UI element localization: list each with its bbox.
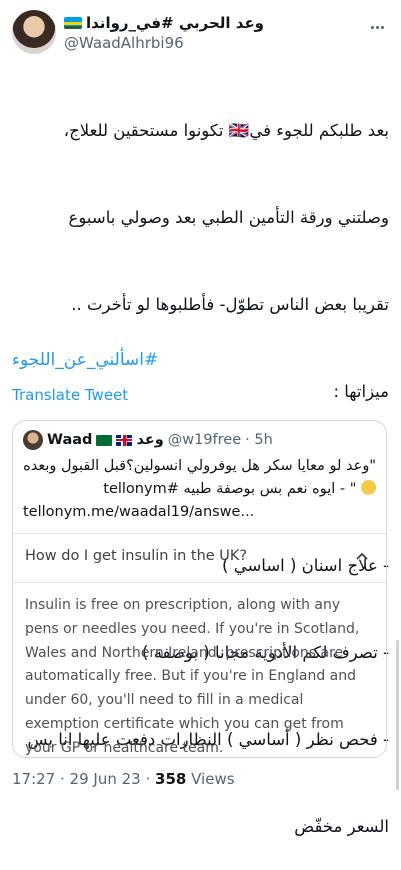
tweet-meta: 17:27 · 29 Jun 23 · 358 Views: [12, 770, 235, 788]
hashtag-text[interactable]: #اسألني_عن_اللجوء: [12, 350, 158, 370]
rwanda-flag-icon: [64, 17, 82, 29]
hashtag-link[interactable]: #اسألني_عن_اللجوء: [12, 350, 389, 370]
quoted-time: · 5h: [245, 432, 273, 448]
faq-question[interactable]: How do I get insulin in the UK?: [25, 548, 247, 564]
quoted-text: "وعد لو معايا سكر هل يوفرولي انسولين؟قبل…: [23, 455, 376, 524]
tweet-line: وصلتني ورقة التأمين الطبي بعد وصولي باسب…: [68, 208, 389, 227]
quoted-tweet-card[interactable]: Waad وعد @w19free · 5h "وعد لو معايا سكر…: [12, 420, 387, 758]
quoted-line: "وعد لو معايا سكر هل يوفرولي انسولين؟قبل…: [23, 458, 376, 474]
tweet-header: وعد الحربي #في_رواندا @WaadAlhrbi96: [12, 10, 392, 58]
quoted-link[interactable]: tellonym.me/waadal19/answe...: [23, 501, 376, 524]
tweet-line: بعد طلبكم للجوء في🇬🇧 تكونوا مستحقين للعل…: [63, 121, 389, 140]
uk-flag-icon: [116, 434, 133, 446]
tweet-line: السعر مخفّض: [294, 817, 389, 836]
quoted-line-text: " - ايوه نعم بس بوصفة طبيه #tellonym: [103, 481, 357, 497]
views-count: 358: [155, 770, 187, 788]
author-handle[interactable]: @WaadAlhrbi96: [64, 34, 184, 52]
quoted-header: Waad وعد @w19free · 5h: [23, 429, 273, 451]
quoted-name-arabic: وعد: [136, 432, 164, 448]
quoted-handle: @w19free: [167, 432, 242, 448]
quoted-avatar: [23, 430, 43, 450]
author-name-row[interactable]: وعد الحربي #في_رواندا: [64, 12, 264, 34]
views-label: Views: [191, 770, 235, 788]
quoted-name: Waad: [47, 432, 93, 448]
quoted-line-2: " - ايوه نعم بس بوصفة طبيه #tellonym: [23, 478, 376, 501]
author-avatar[interactable]: [12, 10, 56, 54]
chevron-up-icon[interactable]: [354, 548, 370, 564]
scrollbar[interactable]: [396, 640, 399, 790]
faq-answer: Insulin is free on prescription, along w…: [25, 597, 360, 756]
tweet-line: تقريبا بعض الناس تطوّل- فأطلبوها لو تأخر…: [71, 295, 389, 314]
tweet-time[interactable]: 17:27: [12, 770, 55, 788]
confused-face-icon: [361, 480, 376, 495]
translate-tweet-link[interactable]: Translate Tweet: [12, 386, 128, 404]
saudi-flag-icon: [96, 434, 113, 446]
more-icon[interactable]: [370, 14, 388, 32]
faq-divider: [13, 582, 386, 583]
tweet-date[interactable]: · 29 Jun 23 ·: [60, 770, 150, 788]
faq-panel: How do I get insulin in the UK? Insulin …: [13, 533, 386, 757]
author-display-name[interactable]: وعد الحربي #في_رواندا: [86, 14, 264, 32]
